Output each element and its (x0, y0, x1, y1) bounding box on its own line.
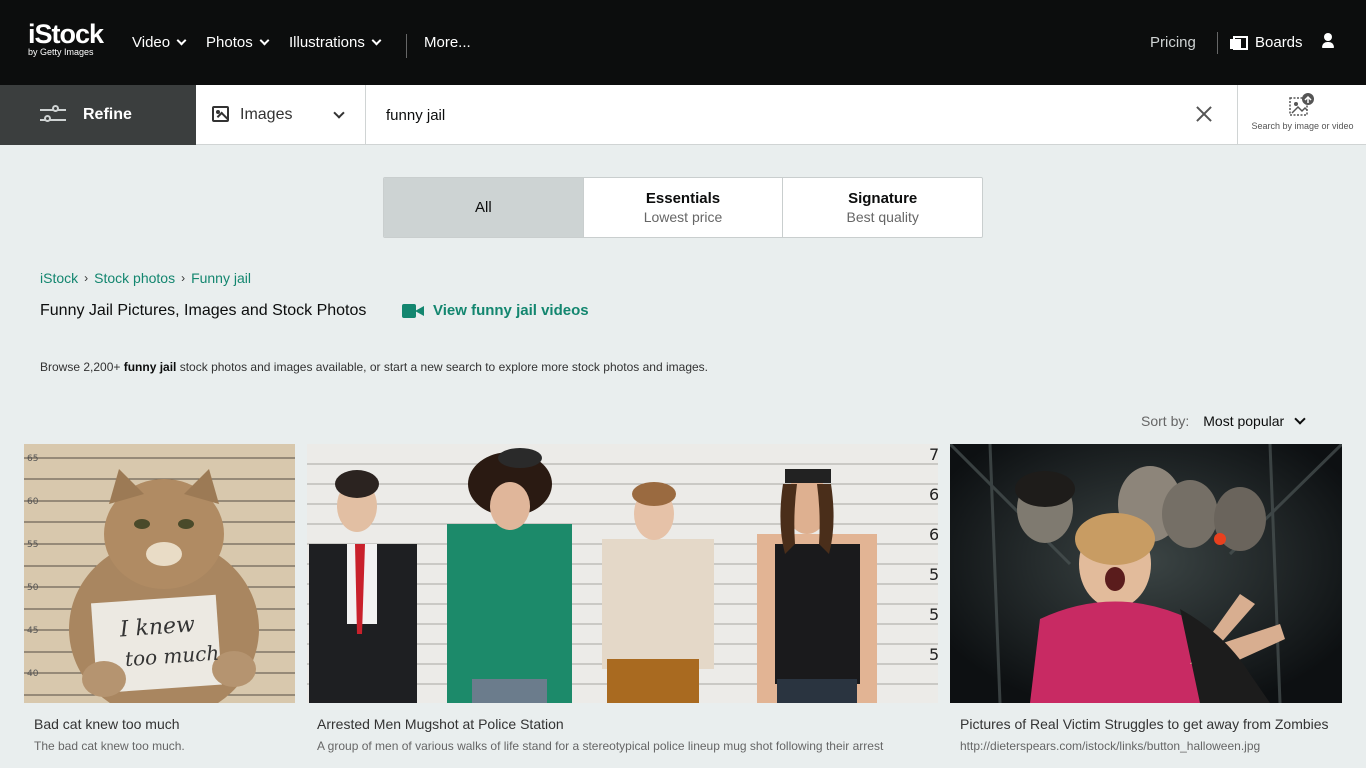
tab-essentials[interactable]: Essentials Lowest price (582, 178, 783, 237)
sort-dropdown[interactable]: Sort by: Most popular (1141, 413, 1306, 429)
svg-text:50: 50 (27, 583, 39, 593)
svg-text:60: 60 (27, 497, 39, 507)
breadcrumb: iStock › Stock photos › Funny jail (40, 270, 251, 286)
svg-text:5: 5 (929, 605, 938, 624)
search-bar: Refine Images Search by image or video (0, 85, 1366, 145)
svg-text:7: 7 (929, 445, 938, 464)
nav-video[interactable]: Video (132, 34, 187, 51)
nav-more[interactable]: More... (424, 34, 471, 51)
chevron-down-icon (371, 35, 382, 45)
user-account-icon[interactable] (1321, 33, 1335, 49)
image-upload-icon (1289, 93, 1314, 116)
result-title[interactable]: Arrested Men Mugshot at Police Station (307, 716, 938, 732)
search-input[interactable] (386, 103, 1166, 127)
filter-sliders-icon (40, 105, 66, 125)
result-card[interactable]: 7 6 6 5 5 5 Arrested Men Mugshot at Police S… (307, 444, 938, 753)
svg-text:55: 55 (27, 540, 38, 550)
image-icon (212, 106, 229, 122)
pricing-link[interactable]: Pricing (1150, 34, 1196, 51)
nav-divider (406, 34, 407, 58)
chevron-down-icon (259, 35, 270, 45)
chevron-down-icon (1294, 413, 1306, 425)
result-thumbnail[interactable]: 65 60 55 50 45 40 I knew too much (24, 444, 295, 703)
chevron-down-icon (176, 35, 187, 45)
result-title[interactable]: Bad cat knew too much (24, 716, 295, 732)
result-description: http://dieterspears.com/istock/links/but… (960, 739, 1261, 753)
nav-illustrations[interactable]: Illustrations (289, 34, 382, 51)
svg-text:40: 40 (27, 669, 39, 679)
svg-text:5: 5 (929, 645, 938, 664)
result-description: A group of men of various walks of life … (317, 739, 884, 753)
tab-all[interactable]: All (384, 178, 583, 237)
svg-text:6: 6 (929, 485, 938, 504)
tab-signature[interactable]: Signature Best quality (782, 178, 982, 237)
result-thumbnail[interactable] (950, 444, 1342, 703)
chevron-down-icon (333, 107, 345, 119)
refine-button[interactable]: Refine (0, 85, 196, 145)
result-title[interactable]: Pictures of Real Victim Struggles to get… (950, 716, 1342, 732)
boards-icon (1230, 36, 1248, 50)
result-card[interactable]: 65 60 55 50 45 40 I knew too much Bad cat kn… (24, 444, 295, 753)
svg-text:45: 45 (27, 626, 38, 636)
video-camera-icon (402, 303, 424, 318)
breadcrumb-istock[interactable]: iStock (40, 270, 78, 286)
istock-logo[interactable]: iStock by Getty Images (28, 20, 104, 57)
svg-text:5: 5 (929, 565, 938, 584)
cat-sign-line-1: I knew (118, 612, 196, 642)
page-title: Funny Jail Pictures, Images and Stock Ph… (40, 302, 367, 319)
browse-summary: Browse 2,200+ funny jail stock photos an… (40, 360, 709, 374)
license-tabs: All Essentials Lowest price Signature Be… (383, 177, 983, 238)
view-videos-link[interactable]: View funny jail videos (402, 302, 589, 319)
result-card[interactable]: Pictures of Real Victim Struggles to get… (950, 444, 1342, 753)
breadcrumb-separator-icon: › (181, 271, 186, 285)
clear-search-icon[interactable] (1194, 104, 1214, 124)
nav-photos[interactable]: Photos (206, 34, 270, 51)
svg-text:65: 65 (27, 454, 38, 464)
top-navigation: iStock by Getty Images Video Photos Illu… (0, 0, 1366, 85)
boards-link[interactable]: Boards (1230, 34, 1303, 51)
media-type-dropdown[interactable]: Images (196, 85, 366, 145)
breadcrumb-separator-icon: › (84, 271, 89, 285)
svg-text:6: 6 (929, 525, 938, 544)
result-thumbnail[interactable]: 7 6 6 5 5 5 (307, 444, 938, 703)
breadcrumb-funny-jail[interactable]: Funny jail (191, 270, 251, 286)
search-by-image-button[interactable]: Search by image or video (1237, 85, 1366, 145)
breadcrumb-stock-photos[interactable]: Stock photos (94, 270, 175, 286)
nav-divider (1217, 32, 1218, 54)
result-description: The bad cat knew too much. (34, 739, 185, 753)
